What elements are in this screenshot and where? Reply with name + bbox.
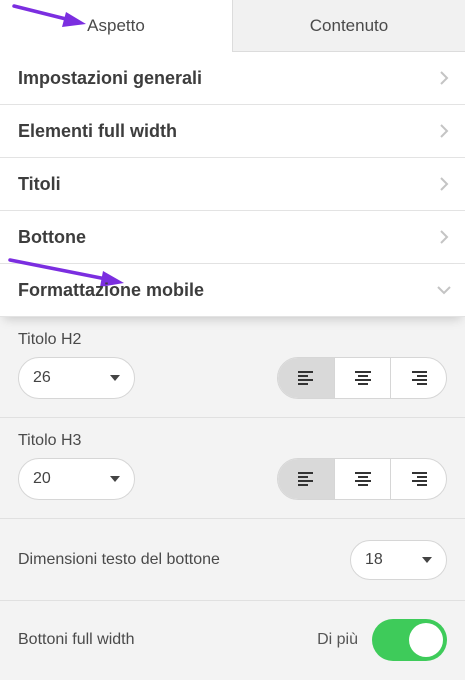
caret-down-icon	[422, 556, 432, 563]
align-right-button[interactable]	[390, 358, 446, 398]
align-left-button[interactable]	[278, 358, 334, 398]
align-right-icon	[411, 472, 427, 486]
h3-size-value: 20	[33, 470, 51, 487]
mobile-formatting-panel: Titolo H2 26 Titolo H3 20 Dimensioni tes…	[0, 317, 465, 679]
button-text-size-label: Dimensioni testo del bottone	[18, 550, 220, 568]
more-link[interactable]: Di più	[317, 631, 358, 649]
align-right-button[interactable]	[390, 459, 446, 499]
chevron-right-icon	[437, 71, 451, 85]
tab-aspetto[interactable]: Aspetto	[0, 0, 232, 52]
accordion-item-label: Impostazioni generali	[18, 67, 203, 88]
align-center-button[interactable]	[334, 459, 390, 499]
full-width-buttons-setting: Bottoni full width Di più	[0, 601, 465, 679]
accordion-item-formattazione-mobile[interactable]: Formattazione mobile	[0, 264, 465, 317]
align-right-icon	[411, 371, 427, 385]
full-width-toggle[interactable]	[372, 619, 447, 661]
caret-down-icon	[110, 375, 120, 381]
align-center-icon	[354, 371, 371, 385]
h3-setting: Titolo H3 20	[0, 418, 465, 519]
h3-label: Titolo H3	[18, 432, 82, 449]
settings-accordion: Impostazioni generali Elementi full widt…	[0, 52, 465, 317]
h2-size-value: 26	[33, 369, 51, 386]
chevron-down-icon	[437, 283, 451, 297]
accordion-item-label: Bottone	[18, 226, 86, 247]
h2-alignment-group	[277, 357, 447, 399]
accordion-item-label: Elementi full width	[18, 120, 178, 141]
tab-bar: Aspetto Contenuto	[0, 0, 465, 52]
toggle-knob	[409, 623, 443, 657]
h2-size-select[interactable]: 26	[18, 357, 135, 399]
align-left-icon	[298, 371, 313, 385]
accordion-item-impostazioni-generali[interactable]: Impostazioni generali	[0, 52, 465, 105]
button-text-size-value: 18	[365, 550, 383, 568]
tab-contenuto[interactable]: Contenuto	[232, 0, 465, 52]
chevron-right-icon	[437, 177, 451, 191]
caret-down-icon	[110, 476, 120, 482]
chevron-right-icon	[437, 230, 451, 244]
accordion-item-label: Titoli	[18, 173, 61, 194]
h2-label: Titolo H2	[18, 331, 82, 348]
align-left-button[interactable]	[278, 459, 334, 499]
h3-size-select[interactable]: 20	[18, 458, 135, 500]
accordion-item-bottone[interactable]: Bottone	[0, 211, 465, 264]
button-text-size-select[interactable]: 18	[350, 539, 447, 580]
align-left-icon	[298, 472, 313, 486]
align-center-button[interactable]	[334, 358, 390, 398]
accordion-item-titoli[interactable]: Titoli	[0, 158, 465, 211]
h3-alignment-group	[277, 458, 447, 500]
button-text-size-setting: Dimensioni testo del bottone 18	[0, 519, 465, 601]
chevron-right-icon	[437, 124, 451, 138]
accordion-item-elementi-full-width[interactable]: Elementi full width	[0, 105, 465, 158]
align-center-icon	[354, 472, 371, 486]
h2-setting: Titolo H2 26	[0, 317, 465, 418]
full-width-buttons-label: Bottoni full width	[18, 631, 135, 648]
accordion-item-label: Formattazione mobile	[18, 279, 205, 300]
